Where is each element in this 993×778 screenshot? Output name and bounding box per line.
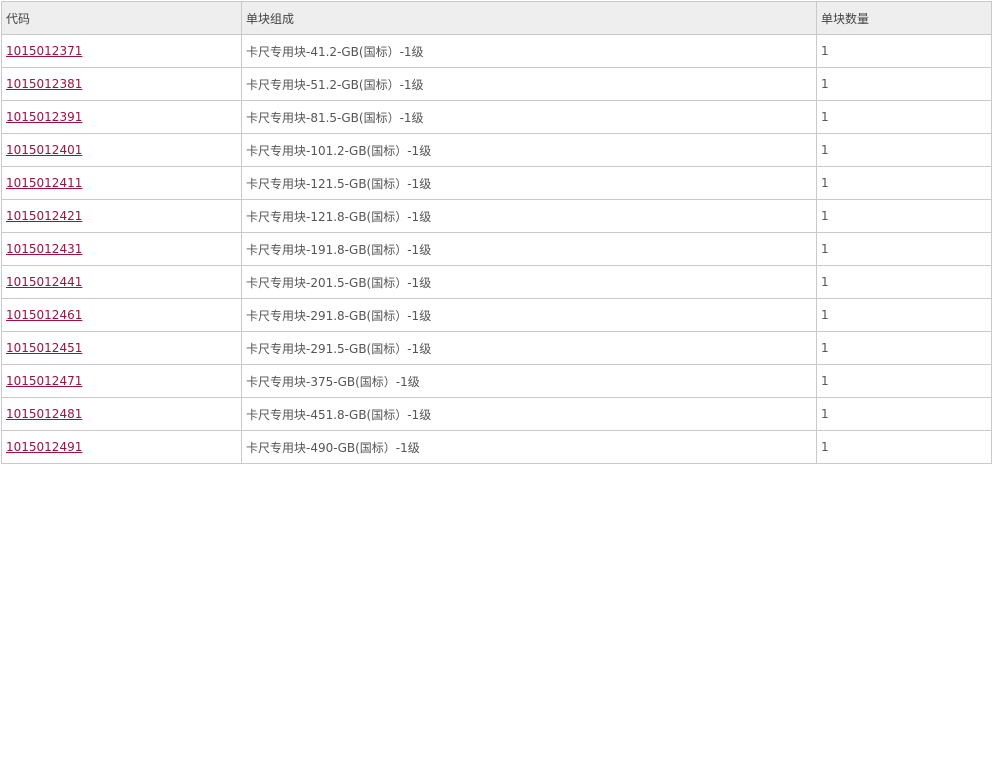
table-row: 1015012421 卡尺专用块-121.8-GB(国标）-1级 1 — [1, 199, 992, 233]
quantity-cell: 1 — [816, 199, 992, 233]
table-row: 1015012431 卡尺专用块-191.8-GB(国标）-1级 1 — [1, 232, 992, 266]
quantity-cell: 1 — [816, 331, 992, 365]
composition-cell: 卡尺专用块-201.5-GB(国标）-1级 — [241, 265, 817, 299]
quantity-cell: 1 — [816, 430, 992, 464]
quantity-cell: 1 — [816, 397, 992, 431]
header-row: 代码 单块组成 单块数量 — [1, 1, 992, 35]
parts-table-container: 代码 单块组成 单块数量 1015012371 卡尺专用块-41.2-GB(国标… — [1, 1, 992, 464]
column-header-code: 代码 — [1, 1, 242, 35]
code-link[interactable]: 1015012451 — [6, 341, 82, 355]
code-link[interactable]: 1015012421 — [6, 209, 82, 223]
composition-cell: 卡尺专用块-375-GB(国标）-1级 — [241, 364, 817, 398]
composition-cell: 卡尺专用块-451.8-GB(国标）-1级 — [241, 397, 817, 431]
code-cell: 1015012471 — [1, 364, 242, 398]
composition-cell: 卡尺专用块-41.2-GB(国标）-1级 — [241, 34, 817, 68]
code-cell: 1015012461 — [1, 298, 242, 332]
quantity-cell: 1 — [816, 34, 992, 68]
composition-cell: 卡尺专用块-121.5-GB(国标）-1级 — [241, 166, 817, 200]
table-row: 1015012451 卡尺专用块-291.5-GB(国标）-1级 1 — [1, 331, 992, 365]
code-link[interactable]: 1015012391 — [6, 110, 82, 124]
code-link[interactable]: 1015012441 — [6, 275, 82, 289]
code-cell: 1015012451 — [1, 331, 242, 365]
quantity-cell: 1 — [816, 364, 992, 398]
column-header-quantity: 单块数量 — [816, 1, 992, 35]
quantity-cell: 1 — [816, 298, 992, 332]
quantity-cell: 1 — [816, 100, 992, 134]
table-row: 1015012461 卡尺专用块-291.8-GB(国标）-1级 1 — [1, 298, 992, 332]
code-link[interactable]: 1015012461 — [6, 308, 82, 322]
table-body: 1015012371 卡尺专用块-41.2-GB(国标）-1级 1 101501… — [1, 34, 992, 464]
composition-cell: 卡尺专用块-291.8-GB(国标）-1级 — [241, 298, 817, 332]
table-row: 1015012471 卡尺专用块-375-GB(国标）-1级 1 — [1, 364, 992, 398]
table-row: 1015012481 卡尺专用块-451.8-GB(国标）-1级 1 — [1, 397, 992, 431]
code-cell: 1015012481 — [1, 397, 242, 431]
code-link[interactable]: 1015012431 — [6, 242, 82, 256]
code-link[interactable]: 1015012381 — [6, 77, 82, 91]
table-row: 1015012491 卡尺专用块-490-GB(国标）-1级 1 — [1, 430, 992, 464]
table-row: 1015012371 卡尺专用块-41.2-GB(国标）-1级 1 — [1, 34, 992, 68]
code-cell: 1015012431 — [1, 232, 242, 266]
quantity-cell: 1 — [816, 67, 992, 101]
code-link[interactable]: 1015012481 — [6, 407, 82, 421]
code-link[interactable]: 1015012411 — [6, 176, 82, 190]
composition-cell: 卡尺专用块-101.2-GB(国标）-1级 — [241, 133, 817, 167]
code-cell: 1015012491 — [1, 430, 242, 464]
table-header: 代码 单块组成 单块数量 — [1, 1, 992, 35]
table-row: 1015012411 卡尺专用块-121.5-GB(国标）-1级 1 — [1, 166, 992, 200]
code-cell: 1015012401 — [1, 133, 242, 167]
code-link[interactable]: 1015012491 — [6, 440, 82, 454]
composition-cell: 卡尺专用块-121.8-GB(国标）-1级 — [241, 199, 817, 233]
quantity-cell: 1 — [816, 133, 992, 167]
table-row: 1015012441 卡尺专用块-201.5-GB(国标）-1级 1 — [1, 265, 992, 299]
table-row: 1015012401 卡尺专用块-101.2-GB(国标）-1级 1 — [1, 133, 992, 167]
code-cell: 1015012391 — [1, 100, 242, 134]
code-cell: 1015012421 — [1, 199, 242, 233]
code-cell: 1015012411 — [1, 166, 242, 200]
composition-cell: 卡尺专用块-490-GB(国标）-1级 — [241, 430, 817, 464]
column-header-composition: 单块组成 — [241, 1, 817, 35]
code-link[interactable]: 1015012371 — [6, 44, 82, 58]
code-link[interactable]: 1015012401 — [6, 143, 82, 157]
code-link[interactable]: 1015012471 — [6, 374, 82, 388]
quantity-cell: 1 — [816, 232, 992, 266]
parts-table: 代码 单块组成 单块数量 1015012371 卡尺专用块-41.2-GB(国标… — [1, 1, 992, 464]
composition-cell: 卡尺专用块-81.5-GB(国标）-1级 — [241, 100, 817, 134]
table-row: 1015012391 卡尺专用块-81.5-GB(国标）-1级 1 — [1, 100, 992, 134]
composition-cell: 卡尺专用块-191.8-GB(国标）-1级 — [241, 232, 817, 266]
composition-cell: 卡尺专用块-51.2-GB(国标）-1级 — [241, 67, 817, 101]
table-row: 1015012381 卡尺专用块-51.2-GB(国标）-1级 1 — [1, 67, 992, 101]
code-cell: 1015012381 — [1, 67, 242, 101]
quantity-cell: 1 — [816, 265, 992, 299]
quantity-cell: 1 — [816, 166, 992, 200]
composition-cell: 卡尺专用块-291.5-GB(国标）-1级 — [241, 331, 817, 365]
code-cell: 1015012441 — [1, 265, 242, 299]
code-cell: 1015012371 — [1, 34, 242, 68]
